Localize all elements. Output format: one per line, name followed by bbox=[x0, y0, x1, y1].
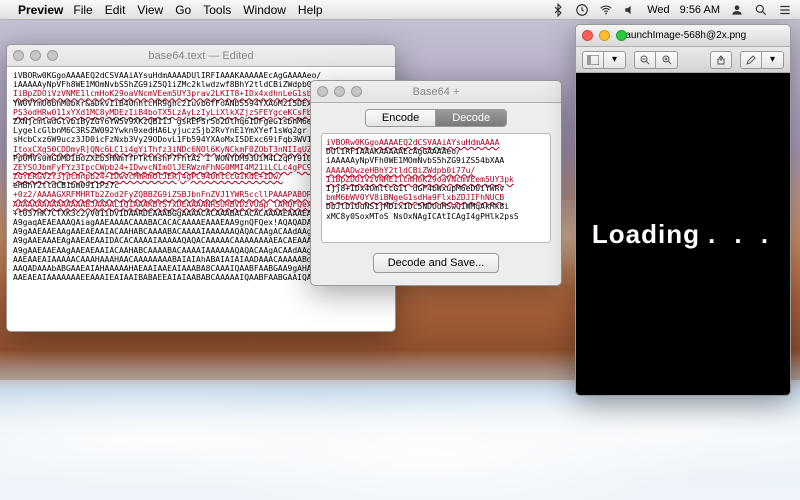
close-button[interactable] bbox=[582, 30, 593, 41]
menu-help[interactable]: Help bbox=[298, 3, 323, 17]
decode-save-button[interactable]: Decode and Save... bbox=[373, 253, 500, 273]
zoom-button[interactable] bbox=[351, 86, 362, 97]
menu-view[interactable]: View bbox=[137, 3, 163, 17]
bluetooth-icon[interactable] bbox=[551, 3, 565, 17]
share-button[interactable] bbox=[710, 51, 732, 69]
minimize-button[interactable] bbox=[334, 86, 345, 97]
preview-toolbar: ▾ ▾ bbox=[576, 47, 790, 73]
segmented-control: Encode Decode bbox=[311, 103, 561, 133]
menu-go[interactable]: Go bbox=[175, 3, 191, 17]
base64-titlebar[interactable]: Base64 + bbox=[311, 81, 561, 103]
markup-menu-button[interactable]: ▾ bbox=[762, 51, 784, 69]
menu-window[interactable]: Window bbox=[243, 3, 286, 17]
preview-titlebar[interactable]: LaunchImage-568h@2x.png bbox=[576, 25, 790, 47]
time-machine-icon[interactable] bbox=[575, 3, 589, 17]
zoom-button[interactable] bbox=[616, 30, 627, 41]
notification-center-icon[interactable] bbox=[778, 3, 792, 17]
base64-textarea[interactable]: iVBORw0KGgoAAAAEQ2dCSVAAiAYsuHdmAAAADUlI… bbox=[321, 133, 551, 243]
loading-text: Loading bbox=[592, 219, 700, 250]
decode-tab[interactable]: Decode bbox=[435, 110, 506, 126]
zoom-button[interactable] bbox=[47, 50, 58, 61]
spotlight-icon[interactable] bbox=[754, 3, 768, 17]
close-button[interactable] bbox=[317, 86, 328, 97]
loading-dots: . . . bbox=[708, 219, 774, 250]
base64-window: Base64 + Encode Decode iVBORw0KGgoAAAAEQ… bbox=[310, 80, 562, 286]
sidebar-menu-button[interactable]: ▾ bbox=[604, 51, 626, 69]
preview-image-area: Loading . . . bbox=[576, 73, 790, 395]
sidebar-toggle-button[interactable] bbox=[582, 51, 604, 69]
zoom-in-button[interactable] bbox=[656, 51, 678, 69]
menubar: Preview File Edit View Go Tools Window H… bbox=[0, 0, 800, 20]
clock-time[interactable]: 9:56 AM bbox=[680, 4, 720, 16]
close-button[interactable] bbox=[13, 50, 24, 61]
volume-icon[interactable] bbox=[623, 3, 637, 17]
app-menu[interactable]: Preview bbox=[18, 3, 63, 17]
menu-tools[interactable]: Tools bbox=[203, 3, 231, 17]
minimize-button[interactable] bbox=[30, 50, 41, 61]
user-icon[interactable] bbox=[730, 3, 744, 17]
textedit-title: base64.text — Edited bbox=[13, 50, 389, 62]
minimize-button[interactable] bbox=[599, 30, 610, 41]
encode-tab[interactable]: Encode bbox=[366, 110, 435, 126]
preview-window: LaunchImage-568h@2x.png ▾ ▾ Loading . . … bbox=[575, 24, 791, 396]
textedit-titlebar[interactable]: base64.text — Edited bbox=[7, 45, 395, 67]
clock-day[interactable]: Wed bbox=[647, 4, 669, 16]
markup-button[interactable] bbox=[740, 51, 762, 69]
menu-edit[interactable]: Edit bbox=[105, 3, 126, 17]
zoom-out-button[interactable] bbox=[634, 51, 656, 69]
menu-file[interactable]: File bbox=[73, 3, 92, 17]
wifi-icon[interactable] bbox=[599, 3, 613, 17]
